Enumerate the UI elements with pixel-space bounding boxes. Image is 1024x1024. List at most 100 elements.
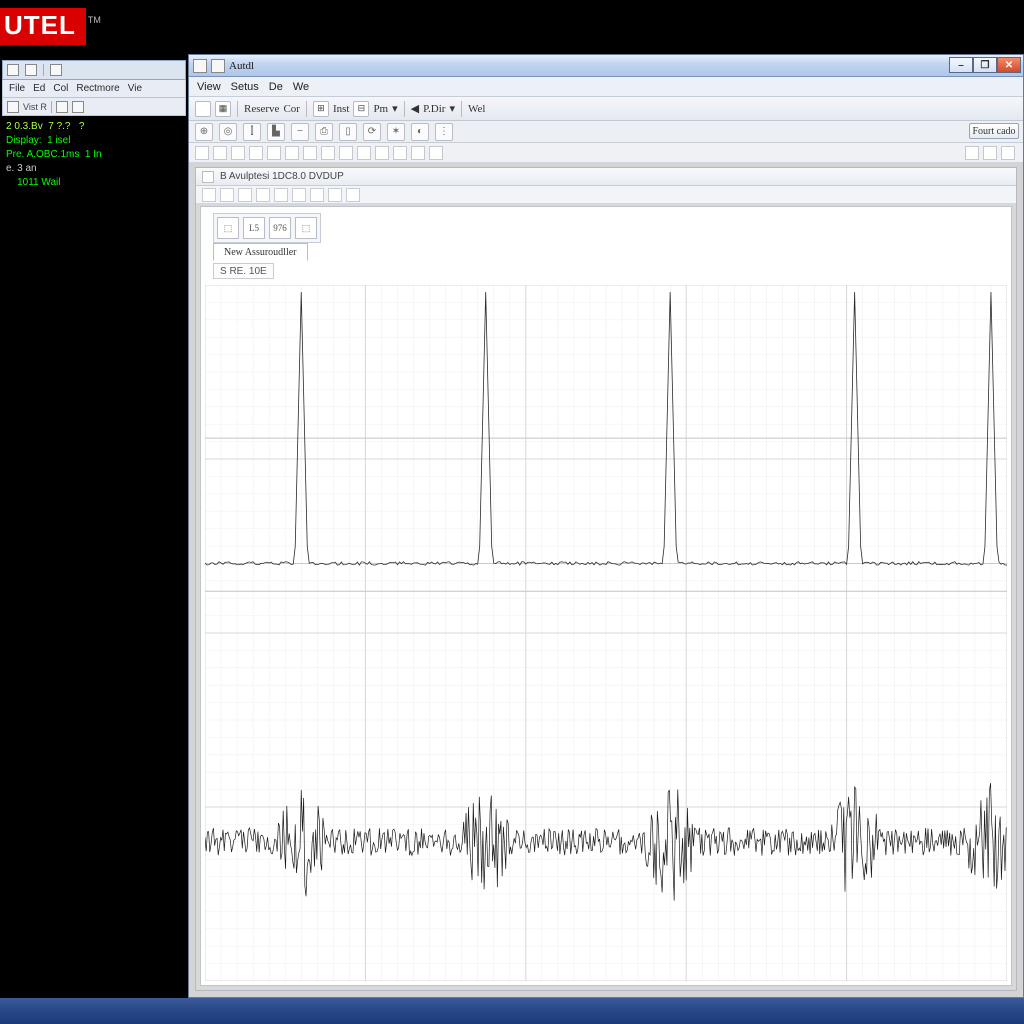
document-area: B Avulptesi 1DC8.0 DVDUP ⬚ L5 976 ⬚ New … [195,167,1017,991]
tool-icon[interactable] [321,146,335,160]
tool-icon[interactable] [213,146,227,160]
tool-icon[interactable]: ⊟ [353,101,369,117]
minimize-button[interactable]: – [949,57,973,73]
tool-icon[interactable] [274,188,288,202]
console-line: 2 0.3.Bv 7 ?.? ? [6,120,182,134]
brand-tm: TM [88,15,101,25]
readout-box[interactable]: L5 [243,217,265,239]
menu-item[interactable]: Col [53,83,68,94]
tool-icon[interactable] [328,188,342,202]
separator [237,101,238,117]
readout-box[interactable]: 976 [269,217,291,239]
tool-icon[interactable] [56,101,68,113]
left-toolbar-2: Vist R [2,98,186,116]
tool-icon[interactable] [249,146,263,160]
tool-icon[interactable] [195,101,211,117]
app-icon[interactable] [193,59,207,73]
readout-box[interactable]: ⬚ [217,217,239,239]
toolbar-icon[interactable]: ◎ [219,123,237,141]
readout-box[interactable]: ⬚ [295,217,317,239]
tool-icon[interactable] [310,188,324,202]
toolbar-label[interactable]: ◀ [411,102,419,115]
menu-item[interactable]: Vie [128,83,142,94]
main-window: Autdl – ❐ ✕ View Setus De We ▦ Reserve C… [188,54,1024,998]
doc-header: B Avulptesi 1DC8.0 DVDUP [196,168,1016,186]
maximize-button[interactable]: ❐ [973,57,997,73]
toolbar-icon[interactable]: ⊕ [195,123,213,141]
toolbar-label[interactable]: Inst [333,103,350,115]
tool-icon[interactable] [965,146,979,160]
separator [51,101,52,113]
tool-icon[interactable] [411,146,425,160]
tool-icon[interactable] [202,188,216,202]
brand-text: UTEL [0,8,86,45]
menu-item[interactable]: Ed [33,83,45,94]
toolbar-icon[interactable]: − [291,123,309,141]
toolbar-icon[interactable]: ◐ [411,123,429,141]
window-title: Autdl [229,60,254,72]
chart-icon[interactable]: ▙ [267,123,285,141]
tool-icon[interactable] [375,146,389,160]
toolbar-label[interactable]: Cor [283,103,300,115]
tool-icon[interactable] [303,146,317,160]
titlebar[interactable]: Autdl – ❐ ✕ [189,55,1023,77]
menu-item[interactable]: De [269,81,283,93]
menu-item[interactable]: We [293,81,309,93]
ruler-icon[interactable]: ⫿ [243,123,261,141]
tool-icon[interactable] [393,146,407,160]
tool-icon[interactable] [983,146,997,160]
close-button[interactable]: ✕ [997,57,1021,73]
left-panel: File Ed Col Rectmore Vie Vist R 2 0.3.Bv… [2,60,186,194]
toolbar-icon[interactable]: ✶ [387,123,405,141]
dropdown-arrow-icon[interactable]: ▾ [392,102,398,115]
toolbar-label[interactable]: Wel [468,103,485,115]
options-button[interactable]: Fourt cado [969,123,1019,139]
scope-tabs: New Assuroudller [213,243,308,261]
dropdown-arrow-icon[interactable]: ▾ [449,102,455,115]
brand-logo: UTEL TM [0,8,101,45]
tool-icon[interactable] [357,146,371,160]
menubar: View Setus De We [189,77,1023,97]
console-line: 1011 Wail [6,176,182,190]
tool-icon[interactable] [220,188,234,202]
doc-toolstrip [196,186,1016,204]
toolbar-label[interactable]: Pm [373,103,388,115]
tool-icon[interactable] [339,146,353,160]
tool-icon[interactable] [1001,146,1015,160]
print-icon[interactable]: ⎙ [315,123,333,141]
toolbar-icon[interactable]: ⋮ [435,123,453,141]
scope-tab[interactable]: New Assuroudller [213,243,308,261]
toolbar-small [189,143,1023,163]
tool-icon[interactable] [72,101,84,113]
separator [306,101,307,117]
tool-icon[interactable] [429,146,443,160]
tool-icon[interactable]: ▦ [215,101,231,117]
tool-icon[interactable] [238,188,252,202]
tool-icon[interactable] [7,101,19,113]
menu-item[interactable]: View [197,81,221,93]
taskbar[interactable] [0,998,1024,1024]
toolbar-label[interactable]: Reserve [244,103,279,115]
tool-icon[interactable] [292,188,306,202]
tool-icon[interactable] [50,64,62,76]
menu-item[interactable]: Setus [231,81,259,93]
app-icon[interactable] [211,59,225,73]
tool-icon[interactable] [256,188,270,202]
tool-icon[interactable] [7,64,19,76]
tool-icon[interactable]: ⊞ [313,101,329,117]
menu-item[interactable]: Rectmore [76,83,119,94]
doc-icon[interactable] [202,171,214,183]
tool-icon[interactable] [25,64,37,76]
left-menu: File Ed Col Rectmore Vie [2,80,186,98]
menu-item[interactable]: File [9,83,25,94]
tool-icon[interactable] [346,188,360,202]
tool-icon[interactable] [267,146,281,160]
tool-icon[interactable] [195,146,209,160]
oscilloscope-plot[interactable] [205,285,1007,981]
page-icon[interactable]: ▯ [339,123,357,141]
refresh-icon[interactable]: ⟳ [363,123,381,141]
toolbar-label[interactable]: P.Dir [423,103,445,115]
console-output: 2 0.3.Bv 7 ?.? ? Display: 1 isel Pre. A.… [2,116,186,194]
tool-icon[interactable] [285,146,299,160]
tool-icon[interactable] [231,146,245,160]
